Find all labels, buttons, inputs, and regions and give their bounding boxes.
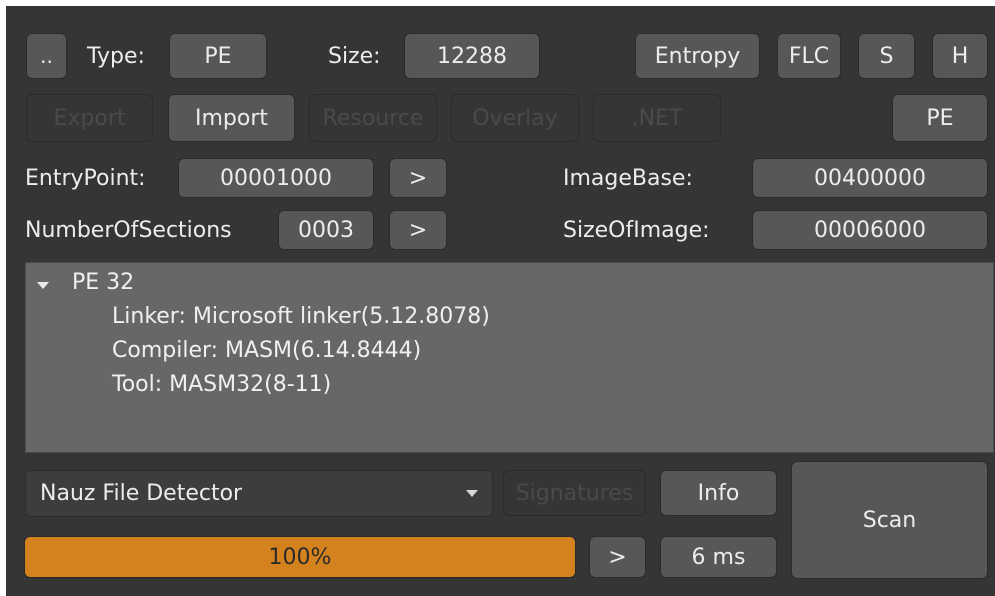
size-label: Size: (328, 43, 381, 69)
detection-results-tree[interactable]: PE 32 Linker: Microsoft linker(5.12.8078… (25, 262, 994, 453)
type-select-button[interactable]: PE (169, 33, 267, 79)
resource-button[interactable]: Resource (309, 94, 437, 142)
size-value: 12288 (404, 33, 540, 79)
tree-root-pe32[interactable]: PE 32 (72, 270, 134, 295)
detector-select[interactable]: Nauz File Detector (25, 470, 493, 517)
overlay-button[interactable]: Overlay (451, 94, 579, 142)
detector-selected-value: Nauz File Detector (40, 481, 243, 506)
tree-item-linker[interactable]: Linker: Microsoft linker(5.12.8078) (112, 304, 490, 329)
sections-go-button[interactable]: > (389, 210, 447, 250)
entry-point-label: EntryPoint: (25, 165, 146, 191)
strings-button[interactable]: S (858, 33, 915, 79)
scan-progress-bar: 100% (24, 536, 576, 578)
hex-button[interactable]: H (932, 33, 988, 79)
net-button[interactable]: .NET (593, 94, 721, 142)
size-of-image-label: SizeOfImage: (563, 217, 710, 243)
number-of-sections-value[interactable]: 0003 (278, 210, 374, 250)
tree-item-tool[interactable]: Tool: MASM32(8-11) (112, 372, 331, 397)
size-of-image-value[interactable]: 00006000 (752, 210, 988, 250)
entropy-button[interactable]: Entropy (635, 33, 760, 79)
flc-button[interactable]: FLC (777, 33, 841, 79)
type-label: Type: (87, 43, 145, 69)
signatures-button[interactable]: Signatures (503, 470, 646, 516)
progress-text: 100% (268, 544, 332, 570)
pe-button[interactable]: PE (892, 94, 988, 142)
image-base-label: ImageBase: (563, 165, 693, 191)
image-base-value[interactable]: 00400000 (752, 158, 988, 198)
export-button[interactable]: Export (26, 94, 153, 142)
entry-point-go-button[interactable]: > (389, 158, 447, 198)
chevron-down-icon (466, 490, 478, 497)
entry-point-value[interactable]: 00001000 (178, 158, 374, 198)
info-button[interactable]: Info (660, 470, 777, 516)
expand-arrow-icon[interactable] (37, 282, 49, 290)
import-button[interactable]: Import (168, 94, 295, 142)
browse-button[interactable]: .. (26, 33, 67, 79)
detect-it-easy-window: .. Type: PE Size: 12288 Entropy FLC S H … (6, 6, 995, 596)
elapsed-time: 6 ms (660, 536, 777, 578)
number-of-sections-label: NumberOfSections (25, 217, 232, 243)
progress-go-button[interactable]: > (589, 536, 646, 578)
scan-button[interactable]: Scan (791, 461, 988, 579)
tree-item-compiler[interactable]: Compiler: MASM(6.14.8444) (112, 338, 421, 363)
